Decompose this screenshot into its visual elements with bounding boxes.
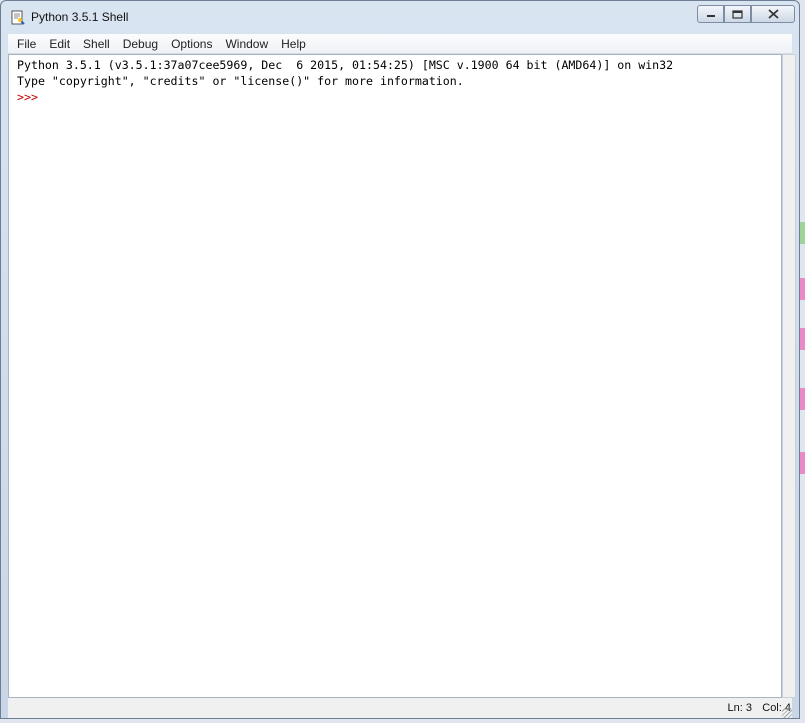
- status-line-number: Ln: 3: [727, 702, 752, 714]
- shell-banner-line: Python 3.5.1 (v3.5.1:37a07cee5969, Dec 6…: [17, 58, 674, 72]
- menu-edit[interactable]: Edit: [42, 34, 76, 54]
- menu-shell[interactable]: Shell: [76, 34, 116, 54]
- resize-grip-icon[interactable]: [782, 708, 792, 718]
- maximize-icon[interactable]: [724, 5, 751, 23]
- menu-help[interactable]: Help: [274, 34, 312, 54]
- status-bar: Ln: 3 Col: 4: [8, 698, 792, 718]
- menu-bar: File Edit Shell Debug Options Window Hel…: [8, 34, 792, 54]
- menu-options[interactable]: Options: [164, 34, 218, 54]
- menu-window[interactable]: Window: [218, 34, 274, 54]
- close-icon[interactable]: [751, 5, 795, 23]
- minimize-icon[interactable]: [697, 5, 724, 23]
- menu-file[interactable]: File: [10, 34, 42, 54]
- python-idle-icon[interactable]: [10, 10, 26, 26]
- idle-shell-window: Python 3.5.1 Shell File Edit Shell Debug…: [0, 0, 800, 719]
- shell-text-area[interactable]: Python 3.5.1 (v3.5.1:37a07cee5969, Dec 6…: [8, 54, 782, 698]
- window-title: Python 3.5.1 Shell: [31, 10, 129, 24]
- shell-prompt: >>>: [17, 90, 38, 104]
- shell-banner-line: Type "copyright", "credits" or "license(…: [17, 74, 464, 88]
- menu-debug[interactable]: Debug: [116, 34, 164, 54]
- vertical-scrollbar[interactable]: [782, 54, 796, 698]
- title-bar[interactable]: Python 3.5.1 Shell: [1, 1, 799, 33]
